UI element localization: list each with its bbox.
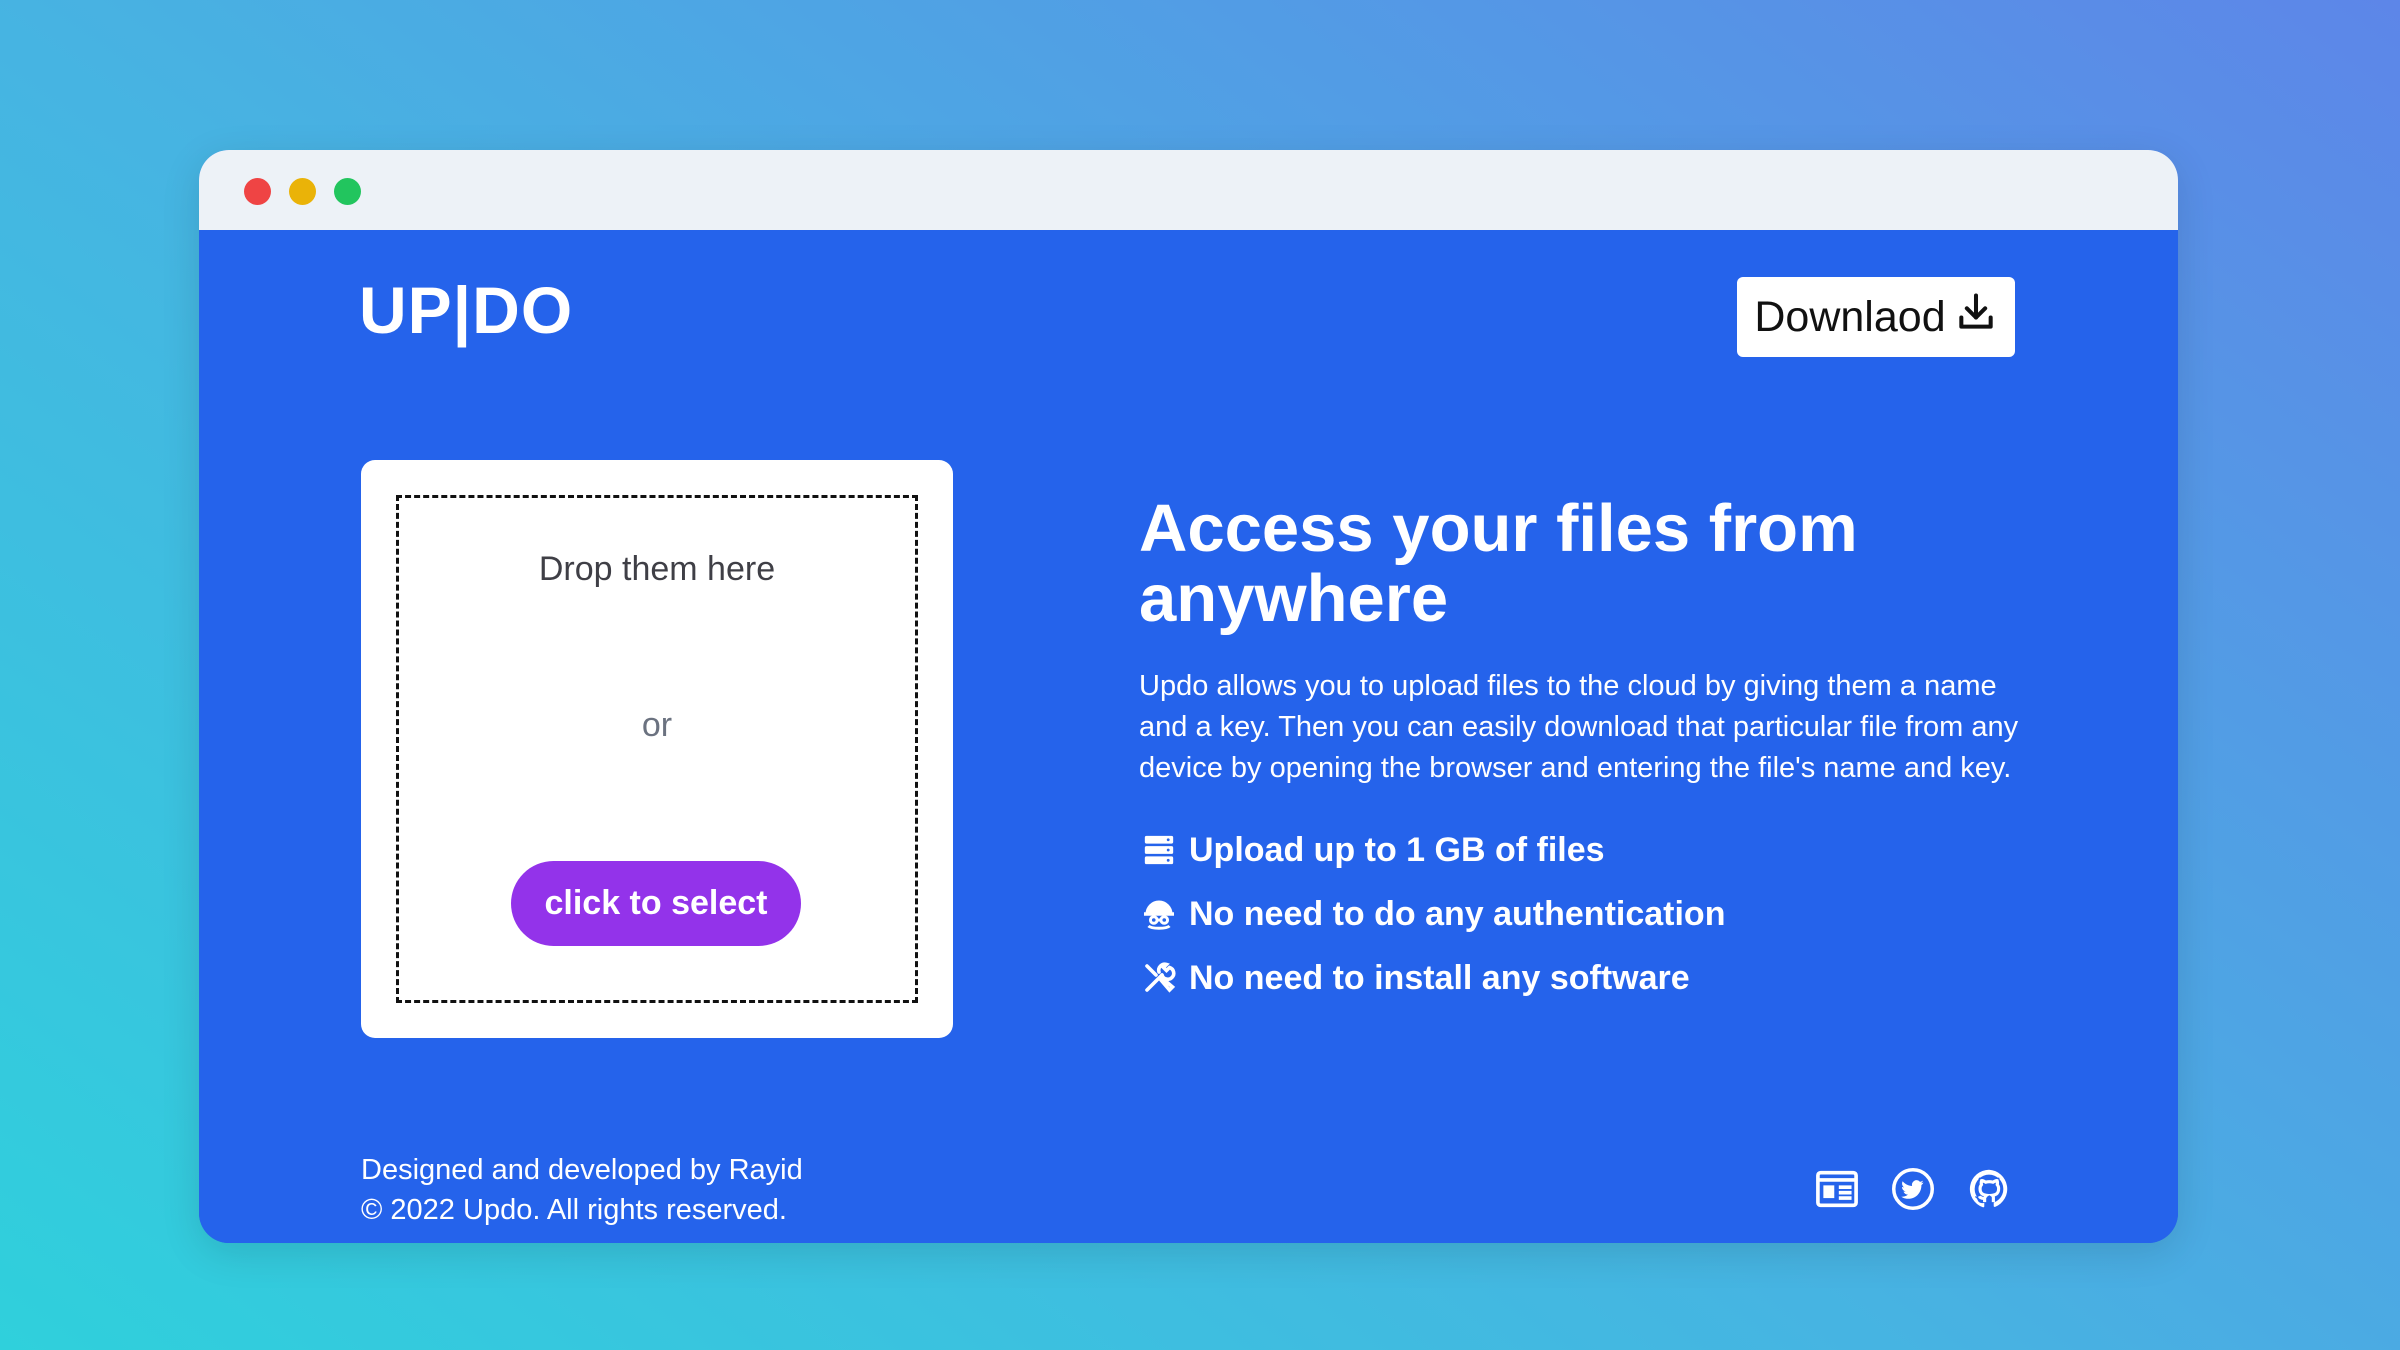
feature-item: Upload up to 1 GB of files	[1139, 818, 1725, 882]
close-window-button[interactable]	[244, 178, 271, 205]
feature-item: No need to do any authentication	[1139, 882, 1725, 946]
download-icon	[1946, 290, 1998, 345]
feature-label: No need to do any authentication	[1189, 894, 1726, 933]
upload-card: Drop them here or click to select	[361, 460, 953, 1038]
feature-list: Upload up to 1 GB of files No need to do…	[1139, 818, 1725, 1010]
file-dropzone[interactable]: Drop them here or click to select	[396, 495, 918, 1003]
feature-label: Upload up to 1 GB of files	[1189, 830, 1605, 869]
download-button-label: Downlaod	[1754, 292, 1946, 341]
or-separator: or	[641, 706, 673, 744]
drop-text: Drop them here	[538, 550, 776, 588]
blog-icon[interactable]	[1815, 1167, 1859, 1211]
feature-item: No need to install any software	[1139, 946, 1725, 1010]
tools-icon	[1139, 958, 1179, 998]
window-titlebar	[199, 150, 2178, 230]
footer-credit: Designed and developed by Rayid	[361, 1154, 803, 1186]
hero-description: Updo allows you to upload files to the c…	[1139, 670, 2019, 784]
server-icon	[1139, 830, 1179, 870]
footer-text: Designed and developed by Rayid © 2022 U…	[361, 1150, 803, 1230]
app-logo[interactable]: UP|DO	[359, 272, 573, 348]
twitter-icon[interactable]	[1891, 1167, 1935, 1211]
page-content: UP|DO Downlaod Drop them here or click t…	[199, 230, 2178, 1243]
browser-window: UP|DO Downlaod Drop them here or click t…	[199, 150, 2178, 1243]
social-links	[1815, 1167, 2011, 1211]
footer-copyright: © 2022 Updo. All rights reserved.	[361, 1194, 787, 1226]
hero-headline: Access your files from anywhere	[1139, 491, 1858, 636]
user-secret-icon	[1139, 894, 1179, 934]
minimize-window-button[interactable]	[289, 178, 316, 205]
download-button[interactable]: Downlaod	[1737, 277, 2015, 357]
maximize-window-button[interactable]	[334, 178, 361, 205]
feature-label: No need to install any software	[1189, 958, 1690, 997]
click-to-select-button[interactable]: click to select	[511, 861, 801, 946]
github-icon[interactable]	[1967, 1167, 2011, 1211]
